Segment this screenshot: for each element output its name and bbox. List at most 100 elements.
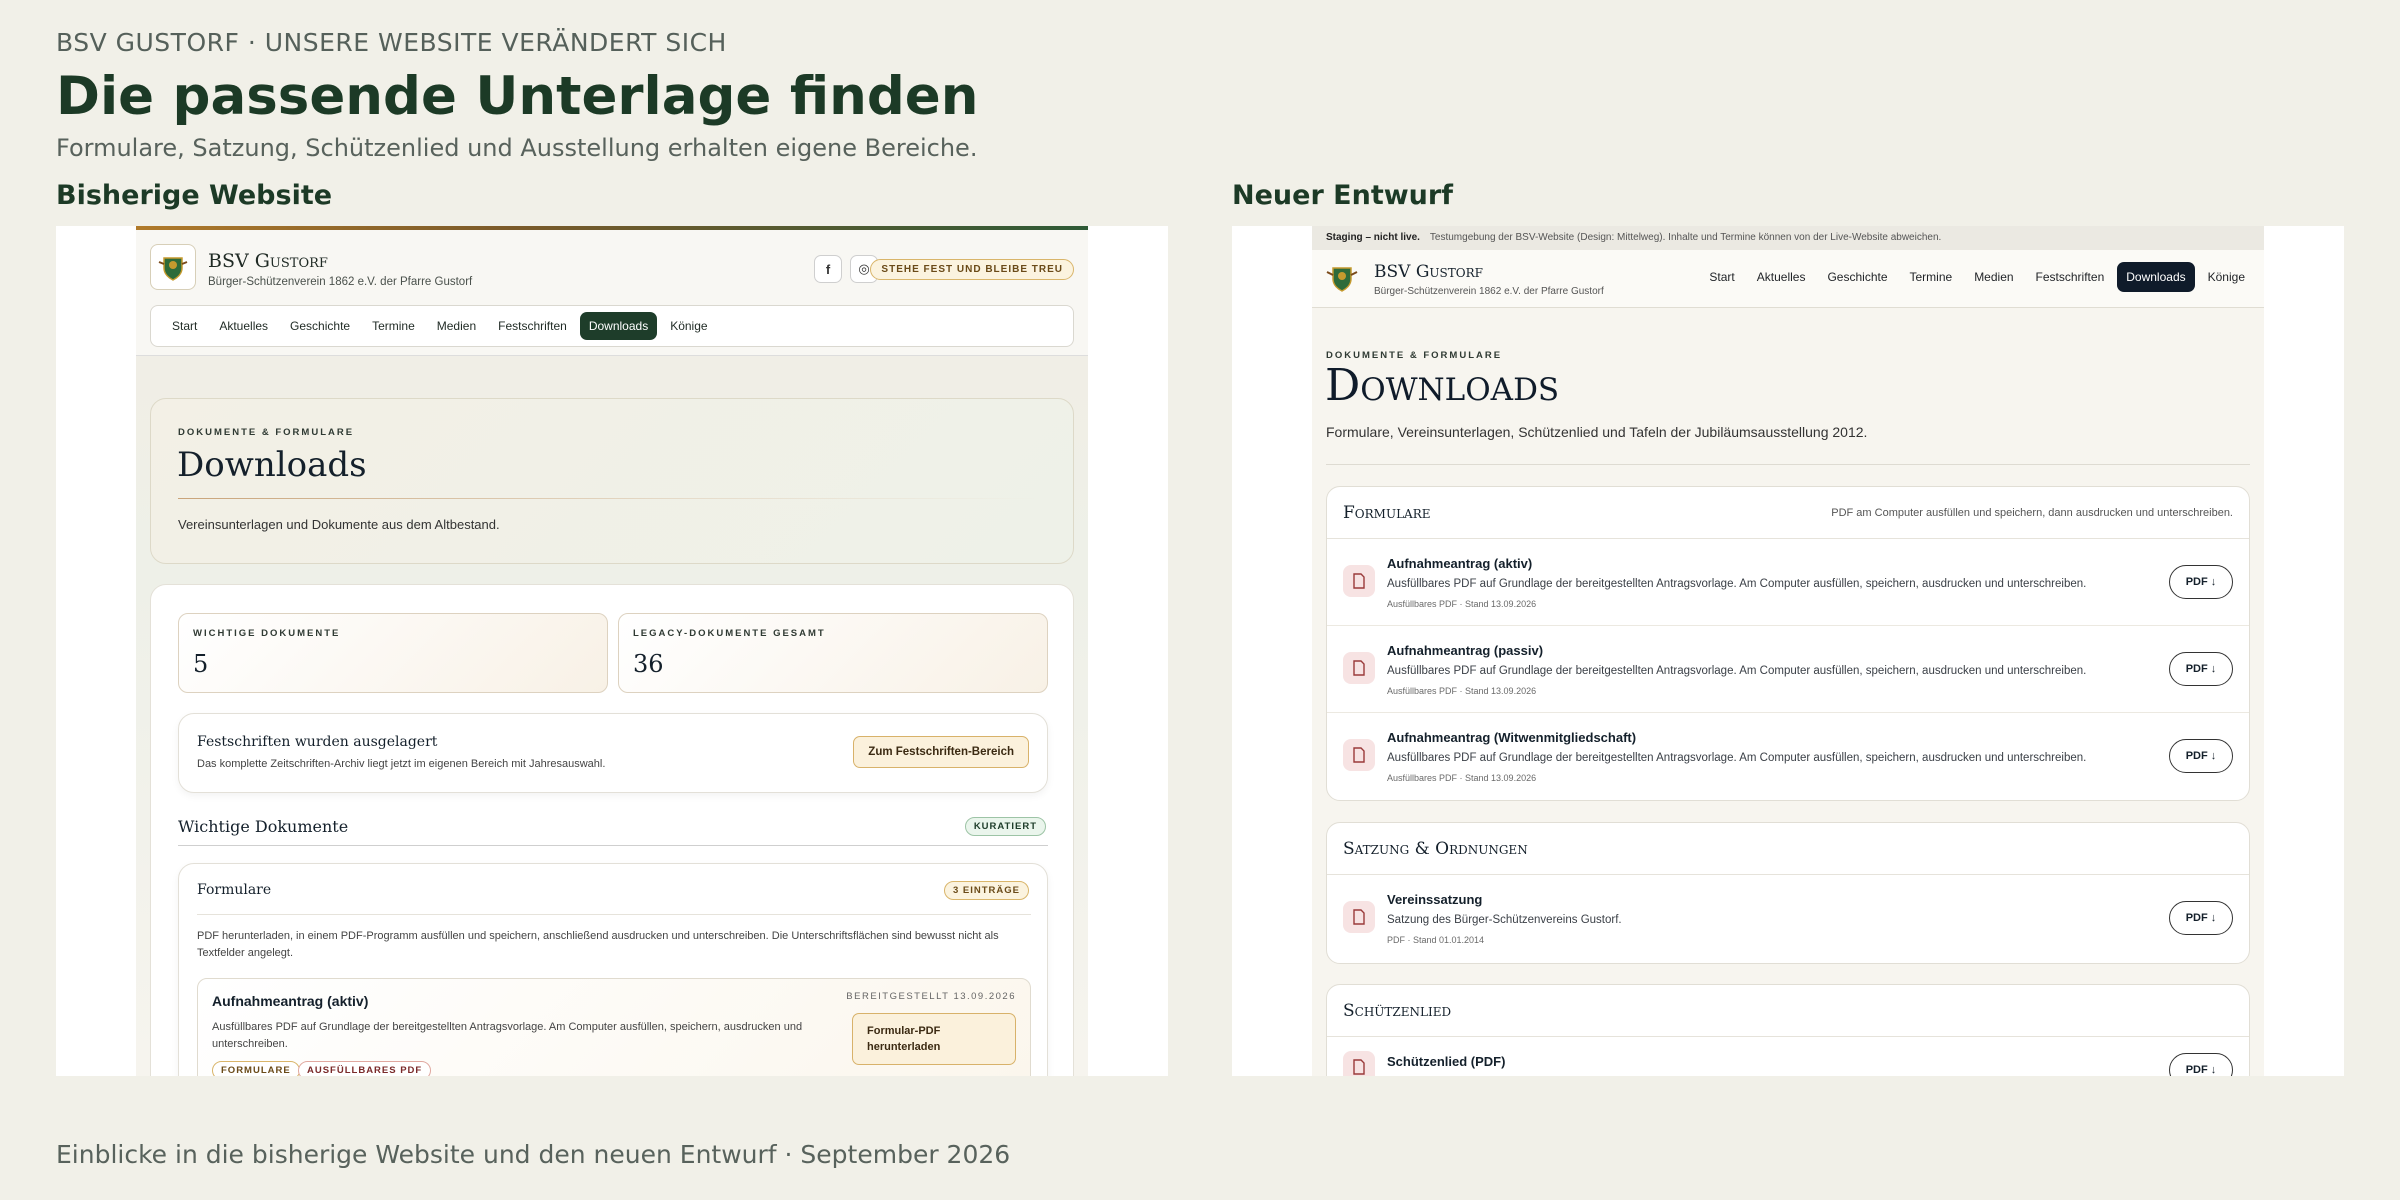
file-icon (1343, 1051, 1375, 1076)
old-hero-text: Vereinsunterlagen und Dokumente aus dem … (178, 517, 500, 532)
item-description: Ausfüllbares PDF auf Grundlage der berei… (1387, 752, 2087, 764)
section-title: Schützenlied (1343, 1000, 1452, 1021)
old-hero-eyebrow: DOKUMENTE & FORMULARE (178, 427, 355, 438)
staging-banner: Staging – nicht live. Testumgebung der BS… (1312, 226, 2264, 250)
download-row[interactable]: Aufnahmeantrag (passiv) Ausfüllbares PDF… (1327, 626, 2249, 713)
item-meta: Ausfüllbares PDF · Stand 13.09.2026 (1387, 599, 1537, 609)
important-docs-title: Wichtige Dokumente (178, 817, 349, 836)
nav-start[interactable]: Start (163, 312, 206, 340)
notice-text: Das komplette Zeitschriften-Archiv liegt… (197, 758, 606, 770)
new-brand-name[interactable]: BSV Gustorf (1374, 262, 1483, 282)
section-formulare: Formulare PDF am Computer ausfüllen und s… (1326, 486, 2250, 801)
old-content-card: WICHTIGE DOKUMENTE 5 LEGACY-DOKUMENTE GE… (150, 584, 1074, 1076)
old-brand-tagline: Bürger-Schützenverein 1862 e.V. der Pfar… (208, 276, 473, 288)
page-subtitle: Formulare, Satzung, Schützenlied und Aus… (56, 134, 978, 162)
item-title: Aufnahmeantrag (Witwenmitgliedschaft) (1387, 730, 1637, 745)
item-meta: PDF · Stand 01.01.2014 (1387, 935, 1485, 945)
download-row[interactable]: Schützenlied (PDF) PDF ↓ (1327, 1037, 2249, 1076)
pdf-download-button[interactable]: PDF ↓ (2169, 1053, 2233, 1076)
download-row[interactable]: Aufnahmeantrag (aktiv) Ausfüllbares PDF … (1327, 539, 2249, 626)
nav-start[interactable]: Start (1700, 262, 1743, 292)
stat-value: 36 (633, 650, 664, 678)
notice-title: Festschriften wurden ausgelagert (197, 734, 438, 750)
stat-card-important: WICHTIGE DOKUMENTE 5 (178, 613, 608, 693)
festschriften-button[interactable]: Zum Festschriften-Bereich (853, 736, 1029, 768)
file-icon (1343, 652, 1375, 684)
stat-label: WICHTIGE DOKUMENTE (193, 628, 341, 639)
form-pdf-download-button[interactable]: Formular-PDF herunterladen (852, 1013, 1016, 1065)
nav-downloads[interactable]: Downloads (2117, 262, 2195, 292)
column-heading-new: Neuer Entwurf (1232, 180, 1453, 211)
item-description: Satzung des Bürger-Schützenvereins Gusto… (1387, 914, 1622, 926)
new-site: Staging – nicht live. Testumgebung der BS… (1312, 226, 2264, 1076)
staging-text: Testumgebung der BSV-Website (Design: Mi… (1429, 232, 1942, 243)
old-main-nav: Start Aktuelles Geschichte Termine Medie… (150, 305, 1074, 347)
nav-downloads[interactable]: Downloads (579, 312, 658, 340)
file-icon (1343, 901, 1375, 933)
section-divider (178, 845, 1048, 846)
stat-card-legacy: LEGACY-DOKUMENTE GESAMT 36 (618, 613, 1048, 693)
nav-festschriften[interactable]: Festschriften (489, 312, 576, 340)
section-note: PDF am Computer ausfüllen und speichern,… (1831, 506, 2233, 519)
new-header: BSV Gustorf Bürger-Schützenverein 1862 e… (1312, 250, 2264, 308)
download-row[interactable]: Vereinssatzung Satzung des Bürger-Schütz… (1327, 875, 2249, 962)
page-kicker: BSV GUSTORF · UNSERE WEBSITE VERÄNDERT S… (56, 28, 727, 57)
pdf-download-button[interactable]: PDF ↓ (2169, 901, 2233, 935)
forms-group-title: Formulare (197, 882, 272, 898)
nav-geschichte[interactable]: Geschichte (1818, 262, 1896, 292)
old-site: BSV Gustorf Bürger-Schützenverein 1862 e… (136, 226, 1088, 1076)
nav-koenige[interactable]: Könige (2199, 262, 2254, 292)
section-title: Satzung & Ordnungen (1343, 838, 1528, 859)
nav-festschriften[interactable]: Festschriften (2027, 262, 2114, 292)
section-satzung: Satzung & Ordnungen Vereinssatzung Satzu… (1326, 822, 2250, 964)
form-item-title: Aufnahmeantrag (aktiv) (212, 993, 369, 1009)
new-page-title: Downloads (1325, 360, 1560, 411)
new-website-screenshot: Staging – nicht live. Testumgebung der BS… (1232, 226, 2344, 1076)
curated-badge: KURATIERT (964, 817, 1046, 836)
item-description: Ausfüllbares PDF auf Grundlage der berei… (1387, 665, 2087, 677)
nav-termine[interactable]: Termine (1901, 262, 1962, 292)
old-website-screenshot: BSV Gustorf Bürger-Schützenverein 1862 e… (56, 226, 1168, 1076)
nav-termine[interactable]: Termine (363, 312, 424, 340)
page-title: Die passende Unterlage finden (56, 66, 979, 127)
entries-count-badge: 3 EINTRÄGE (943, 881, 1029, 900)
new-main-nav: Start Aktuelles Geschichte Termine Medie… (1700, 262, 2254, 292)
column-heading-old: Bisherige Website (56, 180, 333, 211)
pdf-download-button[interactable]: PDF ↓ (2169, 652, 2233, 686)
form-item-card: Aufnahmeantrag (aktiv) Ausfüllbares PDF … (197, 978, 1031, 1076)
item-meta: Ausfüllbares PDF · Stand 13.09.2026 (1387, 686, 1537, 696)
nav-medien[interactable]: Medien (428, 312, 485, 340)
tag-ausfuellbares-pdf: AUSFÜLLBARES PDF (298, 1061, 432, 1076)
staging-label: Staging – nicht live. (1326, 232, 1420, 243)
facebook-icon[interactable]: f (814, 255, 842, 283)
notice-card: Festschriften wurden ausgelagert Das kom… (178, 713, 1048, 793)
nav-geschichte[interactable]: Geschichte (281, 312, 359, 340)
item-title: Aufnahmeantrag (aktiv) (1387, 556, 1533, 571)
item-title: Vereinssatzung (1387, 892, 1483, 907)
item-meta: Ausfüllbares PDF · Stand 13.09.2026 (1387, 773, 1537, 783)
stat-label: LEGACY-DOKUMENTE GESAMT (633, 628, 826, 639)
motto-badge: STEHE FEST UND BLEIBE TREU (870, 259, 1074, 280)
old-hero-card: DOKUMENTE & FORMULARE Downloads Vereinsu… (150, 398, 1074, 564)
old-hero-title: Downloads (177, 445, 367, 485)
crest-icon[interactable] (1324, 262, 1360, 296)
new-intro: Formulare, Vereinsunterlagen, Schützenli… (1326, 424, 1868, 440)
divider (1326, 464, 2250, 465)
old-header: BSV Gustorf Bürger-Schützenverein 1862 e… (136, 230, 1088, 356)
old-brand-name[interactable]: BSV Gustorf (208, 250, 328, 272)
forms-group-text: PDF herunterladen, in einem PDF-Programm… (197, 930, 999, 959)
forms-group-card: Formulare 3 EINTRÄGE PDF herunterladen, … (178, 863, 1048, 1076)
nav-medien[interactable]: Medien (1965, 262, 2022, 292)
page-footer: Einblicke in die bisherige Website und d… (56, 1140, 1011, 1169)
nav-aktuelles[interactable]: Aktuelles (1748, 262, 1815, 292)
download-row[interactable]: Aufnahmeantrag (Witwenmitgliedschaft) Au… (1327, 713, 2249, 800)
hero-divider (178, 498, 1038, 499)
new-brand-tagline: Bürger-Schützenverein 1862 e.V. der Pfar… (1374, 286, 1604, 297)
section-title: Formulare (1343, 502, 1431, 523)
pdf-download-button[interactable]: PDF ↓ (2169, 739, 2233, 773)
pdf-download-button[interactable]: PDF ↓ (2169, 565, 2233, 599)
crest-icon[interactable] (150, 244, 196, 290)
nav-koenige[interactable]: Könige (661, 312, 716, 340)
stat-value: 5 (193, 650, 209, 678)
nav-aktuelles[interactable]: Aktuelles (210, 312, 277, 340)
